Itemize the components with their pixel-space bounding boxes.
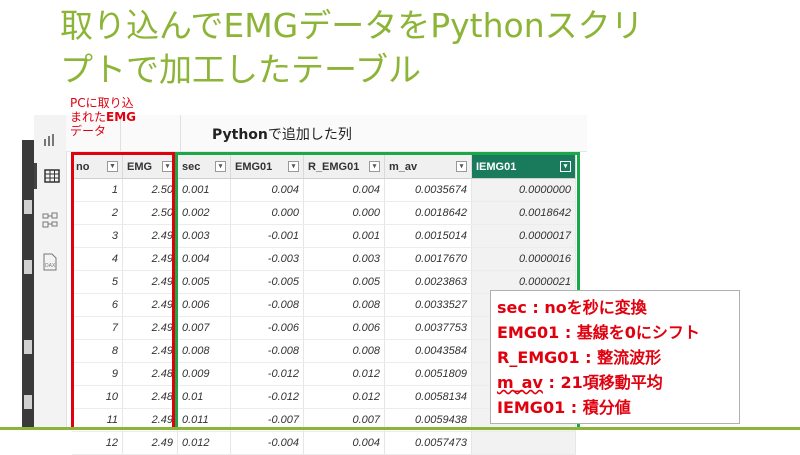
legend-line-m-av: m_av : 21項移動平均: [497, 373, 663, 392]
legend-line-iemg01: IEMG01 : 積分値: [497, 398, 631, 417]
table-view-icon[interactable]: [34, 163, 66, 189]
svg-text:DAX: DAX: [45, 263, 56, 269]
dax-query-icon[interactable]: DAX: [34, 249, 66, 275]
table-row: 12 2.49 0.012 -0.004 0.004 0.0057473: [72, 431, 576, 455]
imported-data-annotation: PCに取り込 まれたEMG データ: [70, 96, 137, 138]
python-columns-annotation: Pythonで追加した列: [212, 127, 352, 143]
legend-line-sec: sec : noを秒に変換: [497, 298, 647, 317]
table-cell-emg[interactable]: 2.49: [122, 431, 178, 455]
slide-title-line1: 取り込んでEMGデータをPythonスクリ: [60, 6, 644, 45]
view-rail: DAX: [34, 115, 67, 427]
model-view-icon[interactable]: [34, 207, 66, 233]
legend-line-r-emg01: R_EMG01 : 整流波形: [497, 348, 662, 367]
table-cell-r-emg01[interactable]: 0.004: [303, 431, 385, 455]
imported-columns-highlight: [71, 152, 175, 430]
report-view-icon[interactable]: [34, 127, 66, 153]
legend-line-emg01: EMG01 : 基線を0にシフト: [497, 323, 700, 342]
table-cell-sec[interactable]: 0.012: [177, 431, 231, 455]
table-cell-no[interactable]: 12: [72, 431, 123, 455]
background-window-strip: [22, 140, 34, 427]
slide-title-line2: プトで加工したテーブル: [60, 50, 422, 89]
table-cell-iemg01[interactable]: [471, 431, 576, 455]
table-cell-emg01[interactable]: -0.004: [230, 431, 304, 455]
column-legend: sec : noを秒に変換 EMG01 : 基線を0にシフト R_EMG01 :…: [490, 290, 740, 424]
slide-title: 取り込んでEMGデータをPythonスクリ プトで加工したテーブル: [60, 4, 780, 92]
slide-bottom-rule: [0, 427, 800, 430]
table-cell-m-av[interactable]: 0.0057473: [384, 431, 472, 455]
